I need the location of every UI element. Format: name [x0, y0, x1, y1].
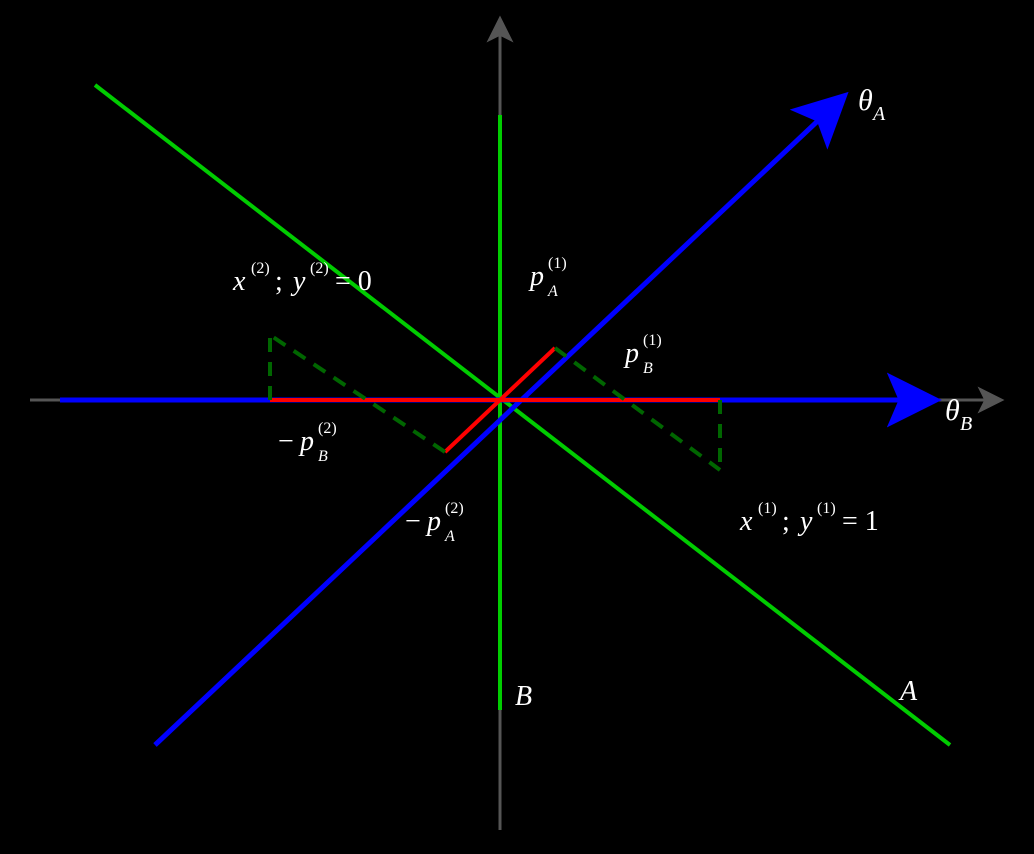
svg-text:= 0: = 0 [335, 266, 372, 297]
svg-text:p: p [623, 338, 639, 369]
label-pB2: − p (2) B [278, 420, 337, 465]
line-A [95, 85, 950, 745]
svg-text:(1): (1) [548, 255, 567, 272]
svg-text:−: − [278, 426, 294, 457]
svg-text:B: B [643, 360, 653, 377]
svg-text:−: − [405, 506, 421, 537]
svg-text:(1): (1) [643, 332, 662, 349]
axis-theta-A [155, 100, 840, 745]
svg-text:;: ; [275, 266, 288, 297]
label-theta-A: θ A [858, 84, 886, 125]
svg-text:p: p [528, 261, 544, 292]
label-pA2: − p (2) A [405, 500, 464, 545]
svg-text:(2): (2) [251, 260, 270, 277]
svg-text:p: p [425, 506, 441, 537]
theta-A-sub: A [871, 103, 886, 125]
svg-text:p: p [298, 426, 314, 457]
svg-text:= 1: = 1 [842, 506, 879, 537]
svg-text:;: ; [782, 506, 795, 537]
svg-text:(2): (2) [445, 500, 464, 517]
svg-text:(2): (2) [310, 260, 329, 277]
svg-text:(1): (1) [817, 500, 836, 517]
label-x2y2: x (2) ; y (2) = 0 [232, 260, 372, 297]
svg-text:(2): (2) [318, 420, 337, 437]
label-pB1: p (1) B [623, 332, 662, 377]
svg-text:(1): (1) [758, 500, 777, 517]
dash-x2-from-A [270, 335, 445, 452]
theta-B-base: θ [945, 394, 960, 427]
svg-text:x: x [232, 266, 246, 297]
theta-A-base: θ [858, 84, 873, 117]
label-line-B: B [515, 681, 532, 712]
label-line-A: A [898, 676, 918, 707]
label-pA1: p (1) A [528, 255, 567, 300]
diagram: θ A θ B A B p (1) A p (1) B − p (2) B − … [0, 0, 1034, 854]
svg-text:A: A [547, 283, 558, 300]
theta-B-sub: B [960, 413, 972, 435]
label-x1y1: x (1) ; y (1) = 1 [739, 500, 879, 537]
svg-text:B: B [318, 448, 328, 465]
svg-text:A: A [444, 528, 455, 545]
svg-text:y: y [797, 506, 813, 537]
svg-text:x: x [739, 506, 753, 537]
svg-text:y: y [290, 266, 306, 297]
